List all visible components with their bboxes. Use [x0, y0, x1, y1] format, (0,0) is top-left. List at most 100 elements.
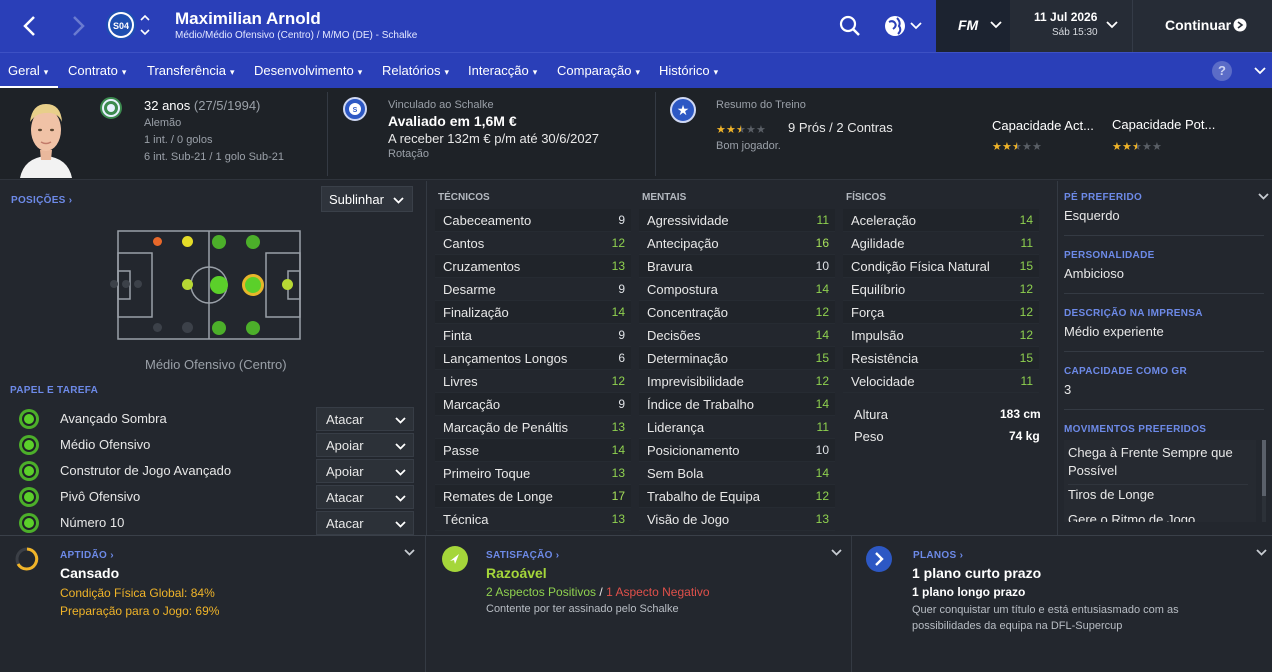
attribute-row[interactable]: Índice de Trabalho 14 [639, 393, 835, 416]
chevron-down-icon[interactable] [831, 548, 842, 557]
chevron-down-icon[interactable] [404, 548, 415, 557]
club-switch-icon[interactable] [139, 12, 151, 38]
chevron-down-icon [395, 521, 406, 528]
star-icon: ★ [746, 124, 756, 136]
club-crest-icon[interactable]: S04 [106, 10, 136, 40]
attribute-row[interactable]: Liderança 11 [639, 416, 835, 439]
attribute-name: Sem Bola [647, 466, 704, 481]
attribute-row[interactable]: Livres 12 [435, 370, 631, 393]
role-row[interactable]: Número 10 Atacar [10, 511, 415, 535]
attribute-row[interactable]: Primeiro Toque 13 [435, 462, 631, 485]
attribute-row[interactable]: Força 12 [843, 301, 1039, 324]
chevron-down-icon [990, 21, 1002, 29]
role-row[interactable]: Avançado Sombra Atacar [10, 407, 415, 431]
attribute-name: Técnica [443, 512, 489, 527]
attribute-row[interactable]: Técnica 13 [435, 508, 631, 531]
attribute-row[interactable]: Trabalho de Equipa 12 [639, 485, 835, 508]
tab-contrato[interactable]: Contrato ▾ [68, 63, 126, 78]
attribute-row[interactable]: Lançamentos Longos 6 [435, 347, 631, 370]
attribute-row[interactable]: Equilíbrio 12 [843, 278, 1039, 301]
attribute-row[interactable]: Aceleração 14 [843, 209, 1039, 232]
attribute-name: Força [851, 305, 885, 320]
attribute-row[interactable]: Visão de Jogo 13 [639, 508, 835, 531]
back-icon[interactable] [18, 12, 42, 40]
tab-desenvolvimento[interactable]: Desenvolvimento ▾ [254, 63, 362, 78]
attribute-row[interactable]: Remates de Longe 17 [435, 485, 631, 508]
date-area[interactable]: 11 Jul 2026 Sáb 15:30 [1010, 0, 1132, 52]
attribute-row[interactable]: Concentração 12 [639, 301, 835, 324]
duty-dropdown[interactable]: Atacar [316, 485, 414, 509]
negative-aspects[interactable]: 1 Aspecto Negativo [606, 585, 709, 599]
forward-icon[interactable] [66, 12, 90, 40]
tab-label: Transferência [147, 63, 226, 78]
attribute-value: 12 [611, 236, 625, 250]
attribute-name: Concentração [647, 305, 728, 320]
attribute-row[interactable]: Condição Física Natural 15 [843, 255, 1039, 278]
scrollbar-thumb[interactable] [1262, 440, 1266, 496]
attribute-row[interactable]: Agilidade 11 [843, 232, 1039, 255]
tab-historico[interactable]: Histórico ▾ [659, 63, 718, 78]
duty-dropdown[interactable]: Atacar [316, 511, 414, 535]
attribute-row[interactable]: Resistência 15 [843, 347, 1039, 370]
attribute-row[interactable]: Agressividade 11 [639, 209, 835, 232]
tab-geral[interactable]: Geral ▾ [8, 63, 48, 78]
moves-list[interactable]: Chega à Frente Sempre que Possível Tiros… [1064, 440, 1256, 522]
attribute-row[interactable]: Velocidade 11 [843, 370, 1039, 393]
positive-aspects[interactable]: 2 Aspectos Positivos [486, 585, 596, 599]
current-time: Sáb 15:30 [1052, 27, 1098, 38]
happiness-icon [442, 546, 468, 572]
duty-dropdown[interactable]: Atacar [316, 407, 414, 431]
attribute-row[interactable]: Posicionamento 10 [639, 439, 835, 462]
attribute-row[interactable]: Finta 9 [435, 324, 631, 347]
attribute-row[interactable]: Cabeceamento 9 [435, 209, 631, 232]
chevron-down-icon [1106, 21, 1118, 29]
chevron-down-icon[interactable] [1254, 66, 1266, 76]
chevron-down-icon[interactable] [1256, 548, 1267, 557]
contract-icon: S [343, 97, 367, 121]
role-row[interactable]: Médio Ofensivo Apoiar [10, 433, 415, 457]
attribute-row[interactable]: Cruzamentos 13 [435, 255, 631, 278]
tab-comparacao[interactable]: Comparação ▾ [557, 63, 640, 78]
attribute-row[interactable]: Impulsão 12 [843, 324, 1039, 347]
attribute-row[interactable]: Cantos 12 [435, 232, 631, 255]
highlight-dropdown[interactable]: Sublinhar [321, 186, 413, 212]
star-icon: ★ [670, 97, 696, 123]
tab-interaccao[interactable]: Interacção ▾ [468, 63, 537, 78]
attribute-row[interactable]: Sem Bola 14 [639, 462, 835, 485]
attribute-row[interactable]: Marcação 9 [435, 393, 631, 416]
globe-icon[interactable] [884, 14, 924, 38]
tab-relatorios[interactable]: Relatórios ▾ [382, 63, 449, 78]
plans-label[interactable]: PLANOS › [913, 550, 963, 561]
attribute-value: 12 [815, 374, 829, 388]
tab-transferencia[interactable]: Transferência ▾ [147, 63, 235, 78]
attribute-row[interactable]: Imprevisibilidade 12 [639, 370, 835, 393]
attribute-row[interactable]: Decisões 14 [639, 324, 835, 347]
attribute-row[interactable]: Marcação de Penáltis 13 [435, 416, 631, 439]
help-icon[interactable]: ? [1212, 61, 1232, 81]
continue-button[interactable]: Continuar [1132, 0, 1272, 52]
divider [327, 92, 328, 176]
fitness-label[interactable]: APTIDÃO › [60, 550, 114, 561]
attribute-row[interactable]: Bravura 10 [639, 255, 835, 278]
fm-menu-area[interactable]: FM [936, 0, 1010, 52]
attribute-value: 9 [618, 397, 625, 411]
attribute-value: 15 [1019, 259, 1033, 273]
attribute-row[interactable]: Finalização 14 [435, 301, 631, 324]
attribute-name: Desarme [443, 282, 496, 297]
scrollbar[interactable] [1262, 440, 1266, 522]
search-icon[interactable] [838, 14, 862, 38]
duty-dropdown[interactable]: Apoiar [316, 433, 414, 457]
attribute-row[interactable]: Determinação 15 [639, 347, 835, 370]
duty-dropdown[interactable]: Apoiar [316, 459, 414, 483]
media-label: DESCRIÇÃO NA IMPRENSA [1064, 308, 1203, 319]
positions-label[interactable]: POSIÇÕES › [11, 195, 72, 206]
attribute-row[interactable]: Compostura 14 [639, 278, 835, 301]
attribute-row[interactable]: Desarme 9 [435, 278, 631, 301]
role-row[interactable]: Pivô Ofensivo Atacar [10, 485, 415, 509]
divider [1064, 351, 1264, 352]
attribute-row[interactable]: Antecipação 16 [639, 232, 835, 255]
happiness-label[interactable]: SATISFAÇÃO › [486, 550, 559, 561]
role-row[interactable]: Construtor de Jogo Avançado Apoiar [10, 459, 415, 483]
chevron-down-icon[interactable] [1258, 192, 1269, 201]
attribute-row[interactable]: Passe 14 [435, 439, 631, 462]
